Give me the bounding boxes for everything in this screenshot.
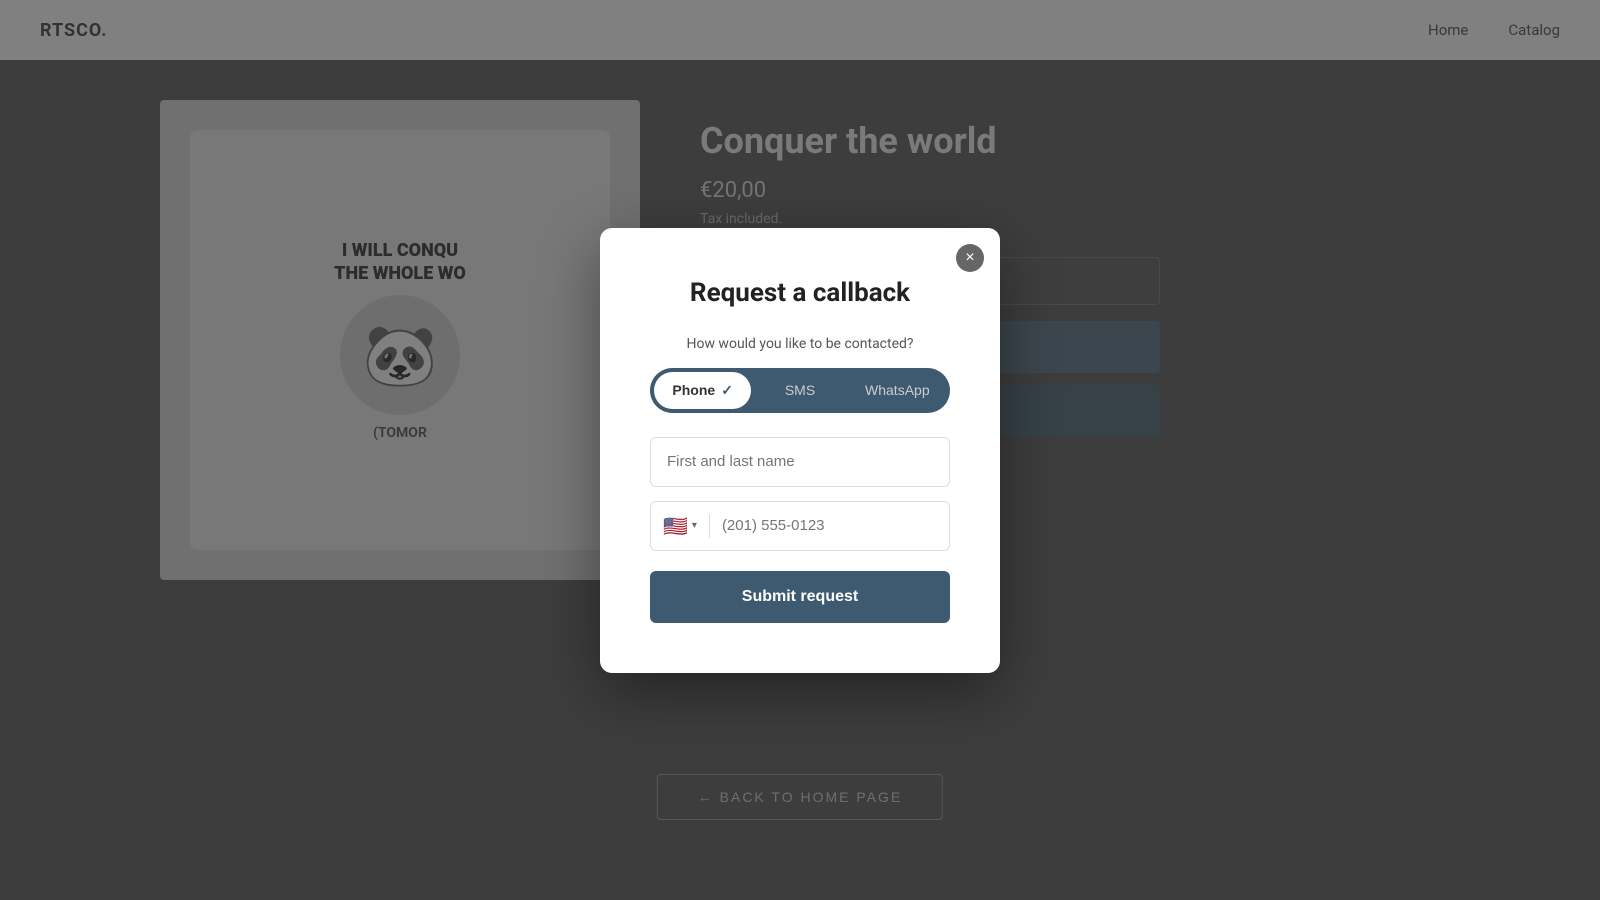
flag-emoji: 🇺🇸 (663, 514, 688, 538)
tab-whatsapp-label: WhatsApp (865, 382, 930, 398)
callback-modal: × Request a callback How would you like … (600, 228, 1000, 673)
flag-caret-icon: ▾ (692, 520, 697, 531)
phone-number-input[interactable] (722, 517, 937, 534)
modal-question: How would you like to be contacted? (650, 336, 950, 352)
tab-sms-label: SMS (785, 382, 815, 398)
phone-divider (709, 514, 710, 538)
modal-close-button[interactable]: × (956, 244, 984, 272)
tab-whatsapp[interactable]: WhatsApp (849, 372, 946, 409)
modal-title: Request a callback (650, 278, 950, 308)
contact-method-tabs: Phone ✓ SMS WhatsApp (650, 368, 950, 413)
tab-phone-label: Phone (672, 382, 715, 398)
tab-phone[interactable]: Phone ✓ (654, 372, 751, 409)
modal-overlay: × Request a callback How would you like … (0, 0, 1600, 900)
phone-flag[interactable]: 🇺🇸 ▾ (663, 514, 697, 538)
name-input[interactable] (650, 437, 950, 487)
tab-sms[interactable]: SMS (751, 372, 848, 409)
submit-request-button[interactable]: Submit request (650, 571, 950, 623)
phone-check-icon: ✓ (721, 382, 733, 399)
phone-input-wrapper: 🇺🇸 ▾ (650, 501, 950, 551)
